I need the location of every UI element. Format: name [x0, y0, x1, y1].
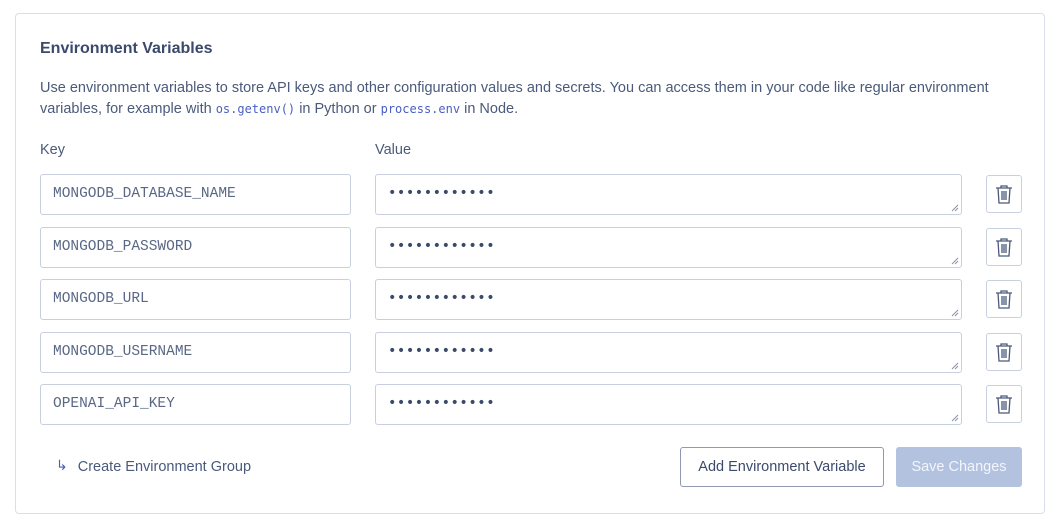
- env-var-row: MONGODB_USERNAME ••••••••••••: [16, 332, 1044, 373]
- save-changes-button[interactable]: Save Changes: [896, 447, 1022, 487]
- resize-handle-icon[interactable]: [951, 309, 959, 317]
- delete-button[interactable]: [986, 280, 1022, 318]
- trash-icon: [996, 395, 1012, 414]
- trash-icon: [996, 185, 1012, 204]
- env-var-row: OPENAI_API_KEY ••••••••••••: [16, 384, 1044, 425]
- create-environment-group-link[interactable]: ↳ Create Environment Group: [56, 457, 252, 475]
- code-snippet-getenv: os.getenv(): [215, 102, 296, 116]
- key-input[interactable]: MONGODB_USERNAME: [40, 332, 351, 373]
- section-title: Environment Variables: [40, 40, 213, 57]
- key-input[interactable]: MONGODB_PASSWORD: [40, 227, 351, 268]
- delete-button[interactable]: [986, 333, 1022, 371]
- trash-icon: [996, 290, 1012, 309]
- key-input[interactable]: OPENAI_API_KEY: [40, 384, 351, 425]
- create-environment-group-label: Create Environment Group: [77, 458, 252, 475]
- env-var-row: MONGODB_DATABASE_NAME ••••••••••••: [16, 174, 1044, 215]
- value-input[interactable]: ••••••••••••: [375, 227, 962, 268]
- delete-button[interactable]: [986, 228, 1022, 266]
- value-input[interactable]: ••••••••••••: [375, 384, 962, 425]
- key-input[interactable]: MONGODB_URL: [40, 279, 351, 320]
- section-description: Use environment variables to store API k…: [40, 78, 1020, 120]
- arrow-return-right-icon: ↳: [56, 457, 68, 473]
- value-masked-text: ••••••••••••: [388, 395, 496, 411]
- add-environment-variable-button[interactable]: Add Environment Variable: [680, 447, 884, 487]
- key-column-label: Key: [40, 142, 65, 158]
- delete-button[interactable]: [986, 385, 1022, 423]
- code-snippet-process-env: process.env: [380, 102, 461, 116]
- value-masked-text: ••••••••••••: [388, 185, 496, 201]
- env-var-row: MONGODB_PASSWORD ••••••••••••: [16, 227, 1044, 268]
- value-masked-text: ••••••••••••: [388, 290, 496, 306]
- environment-variables-panel: Environment Variables Use environment va…: [15, 13, 1045, 514]
- value-input[interactable]: ••••••••••••: [375, 174, 962, 215]
- value-column-label: Value: [375, 142, 412, 158]
- resize-handle-icon[interactable]: [951, 257, 959, 265]
- env-var-row: MONGODB_URL ••••••••••••: [16, 279, 1044, 320]
- value-masked-text: ••••••••••••: [388, 343, 496, 359]
- description-text-3: in Node.: [460, 101, 519, 117]
- resize-handle-icon[interactable]: [951, 414, 959, 422]
- value-input[interactable]: ••••••••••••: [375, 332, 962, 373]
- description-text-2: in Python or: [295, 101, 381, 117]
- trash-icon: [996, 343, 1012, 362]
- value-input[interactable]: ••••••••••••: [375, 279, 962, 320]
- resize-handle-icon[interactable]: [951, 362, 959, 370]
- delete-button[interactable]: [986, 175, 1022, 213]
- trash-icon: [996, 238, 1012, 257]
- resize-handle-icon[interactable]: [951, 204, 959, 212]
- value-masked-text: ••••••••••••: [388, 238, 496, 254]
- key-input[interactable]: MONGODB_DATABASE_NAME: [40, 174, 351, 215]
